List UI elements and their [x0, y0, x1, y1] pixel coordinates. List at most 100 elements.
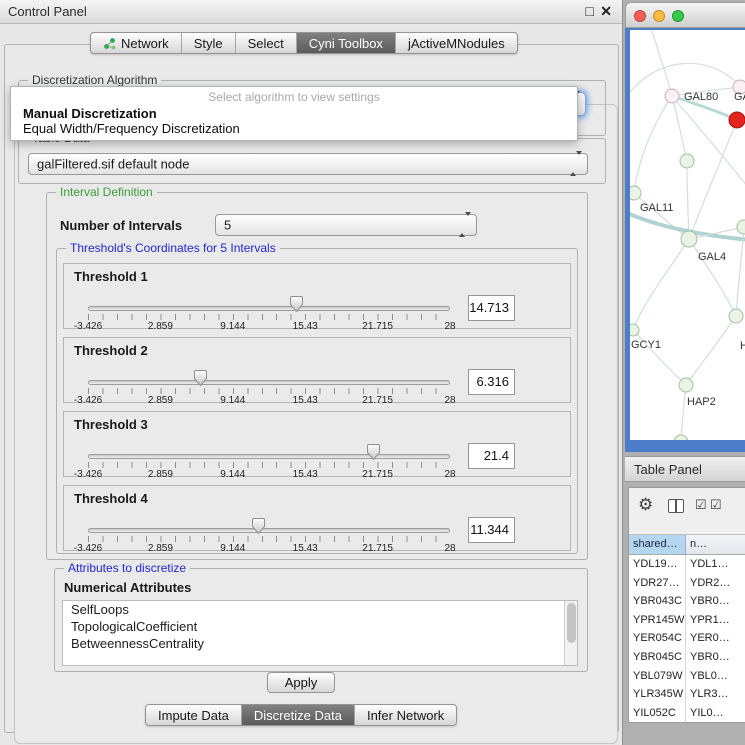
tab-select[interactable]: Select: [236, 33, 297, 53]
slider-scale: -3.4262.8599.14415.4321.71528: [88, 321, 450, 332]
close-traffic-light-icon[interactable]: [634, 10, 646, 22]
tab-discretize-data[interactable]: Discretize Data: [242, 705, 355, 725]
network-node[interactable]: [630, 186, 641, 200]
scrollbar[interactable]: [564, 601, 577, 665]
combo-stepper-icon: [570, 155, 582, 173]
threshold-slider[interactable]: -3.4262.8599.14415.4321.71528: [88, 438, 450, 478]
table-cell: YER054C: [629, 629, 686, 648]
table-row[interactable]: YDL19…YDL1…: [629, 555, 745, 574]
select-all-checkbox-icon[interactable]: ☑: [695, 497, 707, 513]
network-graph[interactable]: GAL80GAGAL11GAL4GCY1HAP2H: [630, 30, 745, 440]
tab-style[interactable]: Style: [182, 33, 236, 53]
network-node[interactable]: [680, 154, 694, 168]
network-node[interactable]: [729, 309, 743, 323]
scale-label: 9.144: [220, 395, 245, 406]
scale-label: 9.144: [220, 469, 245, 480]
threshold-value-field[interactable]: 11.344: [468, 517, 515, 543]
threshold-value-field[interactable]: 6.316: [468, 369, 515, 395]
attribute-item-topologicalcoefficient[interactable]: TopologicalCoefficient: [63, 618, 577, 635]
scale-label: -3.426: [74, 469, 102, 480]
slider-ticks: [88, 314, 450, 320]
tab-label: Select: [248, 36, 284, 51]
table-row[interactable]: YBR043CYBR0…: [629, 592, 745, 611]
slider-thumb[interactable]: [193, 369, 208, 387]
popup-option-equal-width-frequency-discretization[interactable]: Equal Width/Frequency Discretization: [11, 121, 577, 136]
group-title: Discretization Algorithm: [28, 73, 161, 87]
select-column-checkbox-icon[interactable]: ☑: [710, 497, 722, 513]
attributes-items: SelfLoopsTopologicalCoefficientBetweenne…: [63, 601, 577, 652]
top-tab-bar: Network Style Select Cyni ToolboxjActiveMNo…: [90, 32, 518, 54]
network-node-label: GAL4: [698, 251, 726, 263]
close-icon[interactable]: ✕: [600, 3, 612, 20]
network-node[interactable]: [729, 112, 745, 128]
table-row[interactable]: YBL079WYBL0…: [629, 667, 745, 686]
table-cell: YIL0…: [686, 704, 745, 722]
attribute-item-selfloops[interactable]: SelfLoops: [63, 601, 577, 618]
column-header-2[interactable]: n…: [686, 535, 745, 554]
tab-cyni-toolbox[interactable]: Cyni Toolbox: [297, 33, 396, 53]
columns-icon[interactable]: [668, 499, 684, 513]
slider-track[interactable]: [88, 454, 450, 459]
table-data-combobox[interactable]: galFiltered.sif default node: [28, 153, 588, 175]
table-cell: YDR2…: [686, 574, 745, 593]
slider-thumb[interactable]: [289, 295, 304, 313]
number-of-intervals-combobox[interactable]: 5: [215, 214, 477, 236]
table-toolbar: ⚙ ☑ ☑: [629, 488, 745, 532]
network-node-label: HAP2: [687, 396, 716, 408]
threshold-value-field[interactable]: 21.4: [468, 443, 515, 469]
network-node[interactable]: [737, 220, 745, 234]
network-node[interactable]: [665, 89, 679, 103]
table-cell: YDL19…: [629, 555, 686, 574]
threshold-value-field[interactable]: 14.713: [468, 295, 515, 321]
threshold-label: Threshold 3: [74, 417, 148, 432]
threshold-slider[interactable]: -3.4262.8599.14415.4321.71528: [88, 364, 450, 404]
gear-icon[interactable]: ⚙: [638, 496, 653, 513]
tab-label: Network: [121, 36, 169, 51]
table-row[interactable]: YER054CYER0…: [629, 629, 745, 648]
threshold-slider[interactable]: -3.4262.8599.14415.4321.71528: [88, 290, 450, 330]
threshold-box: Threshold 2-3.4262.8599.14415.4321.71528…: [63, 337, 571, 403]
table-row[interactable]: YPR145WYPR1…: [629, 611, 745, 630]
table-row[interactable]: YIL052CYIL0…: [629, 704, 745, 722]
slider-track[interactable]: [88, 306, 450, 311]
table-cell: YBR0…: [686, 592, 745, 611]
group-title: Attributes to discretize: [64, 561, 190, 575]
network-edge: [630, 63, 740, 92]
column-header-1[interactable]: shared…: [629, 535, 686, 554]
tab-infer-network[interactable]: Infer Network: [355, 705, 456, 725]
attribute-item-betweennesscentrality[interactable]: BetweennessCentrality: [63, 635, 577, 652]
table-row[interactable]: YDR27…YDR2…: [629, 574, 745, 593]
slider-ticks: [88, 462, 450, 468]
tab-impute-data[interactable]: Impute Data: [146, 705, 242, 725]
network-node-label: GAL80: [684, 91, 718, 103]
network-node[interactable]: [674, 435, 688, 440]
slider-thumb[interactable]: [251, 517, 266, 535]
slider-track[interactable]: [88, 380, 450, 385]
apply-button[interactable]: Apply: [267, 672, 335, 693]
threshold-slider[interactable]: -3.4262.8599.14415.4321.71528: [88, 512, 450, 552]
scale-label: 15.43: [293, 321, 318, 332]
network-node[interactable]: [681, 231, 697, 247]
network-view[interactable]: GAL80GAGAL11GAL4GCY1HAP2H: [630, 30, 745, 440]
traffic-lights: [634, 10, 684, 22]
scrollbar-thumb[interactable]: [567, 603, 576, 643]
threshold-label: Threshold 1: [74, 269, 148, 284]
threshold-label: Threshold 4: [74, 491, 148, 506]
network-node[interactable]: [630, 324, 639, 336]
network-node-label: H: [740, 340, 745, 352]
minimize-traffic-light-icon[interactable]: [653, 10, 665, 22]
minimize-icon[interactable]: □: [586, 3, 594, 19]
scale-label: 2.859: [148, 321, 173, 332]
tab-jactivemnodules[interactable]: jActiveMNodules: [396, 33, 517, 53]
zoom-traffic-light-icon[interactable]: [672, 10, 684, 22]
attributes-list[interactable]: SelfLoopsTopologicalCoefficientBetweenne…: [62, 600, 578, 666]
slider-thumb[interactable]: [366, 443, 381, 461]
control-panel-titlebar: Control Panel □ ✕: [0, 0, 622, 24]
table-row[interactable]: YBR045CYBR0…: [629, 648, 745, 667]
popup-option-manual-discretization[interactable]: Manual Discretization: [11, 106, 577, 121]
network-node[interactable]: [679, 378, 693, 392]
table-row[interactable]: YLR345WYLR3…: [629, 685, 745, 704]
tab-network[interactable]: Network: [91, 33, 182, 53]
slider-track[interactable]: [88, 528, 450, 533]
network-edge: [681, 385, 686, 440]
